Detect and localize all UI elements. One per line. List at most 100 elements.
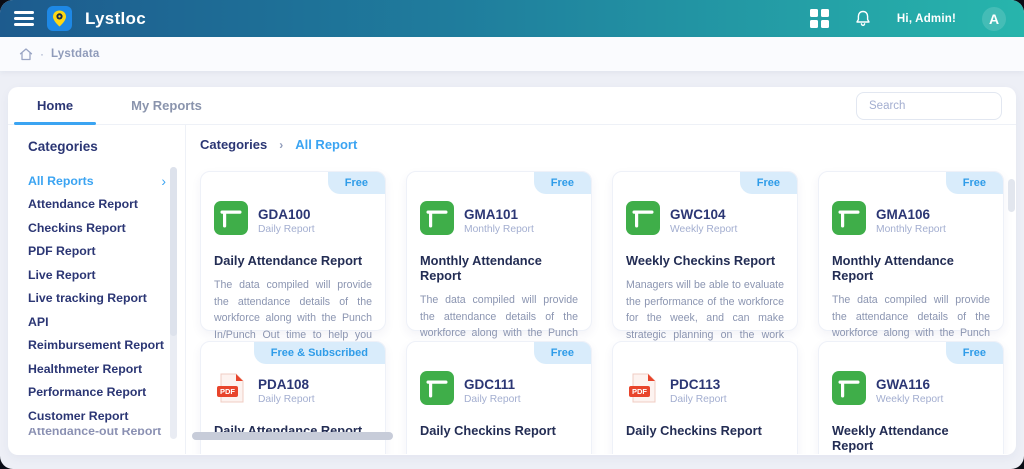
report-card[interactable]: Free [818, 171, 1004, 390]
sidebar-category-item[interactable]: Attendance-out Report › [28, 428, 166, 435]
report-card[interactable]: Free [818, 341, 1004, 454]
card-header: PDF PDC113 Daily Report [626, 371, 784, 410]
tab-item[interactable]: Home [8, 87, 102, 125]
pricing-badge: Free [533, 342, 591, 364]
breadcrumb-separator: · [40, 47, 44, 61]
breadcrumb-page-label[interactable]: Lystdata [51, 48, 99, 60]
sheet-icon [420, 371, 454, 410]
sidebar-scrollbar[interactable] [170, 167, 177, 439]
navbar-left: Lystloc [14, 6, 146, 31]
panel-body: Categories All Reports › Attendance Repo… [8, 125, 1016, 454]
sidebar-category-label: PDF Report [28, 244, 96, 259]
pricing-badge: Free [533, 172, 591, 194]
report-code: GMA101 [464, 206, 519, 222]
sidebar-category-label: Reimbursement Report [28, 338, 164, 353]
report-title: Weekly Checkins Report [626, 253, 776, 268]
report-frequency: Daily Report [258, 393, 315, 405]
home-icon[interactable] [19, 47, 33, 61]
sidebar-category-item[interactable]: Customer Report › [28, 404, 166, 428]
card-code-block: GDC111 Daily Report [464, 377, 521, 405]
report-frequency: Monthly Report [464, 223, 534, 235]
sidebar-category-label: API [28, 314, 49, 329]
svg-text:PDF: PDF [220, 387, 235, 396]
sheet-icon [420, 201, 454, 240]
report-code: GMA106 [876, 206, 931, 222]
breadcrumb-all-report-link[interactable]: All Report [295, 137, 357, 152]
sidebar-category-label: Attendance Report [28, 197, 138, 212]
sidebar-category-item[interactable]: Healthmeter Report › [28, 357, 166, 381]
report-code: GWA116 [876, 376, 931, 392]
card-code-block: GMA101 Monthly Report [464, 207, 534, 235]
user-avatar[interactable]: A [982, 6, 1006, 31]
sidebar-category-item[interactable]: API › [28, 310, 166, 334]
pdf-icon: PDF [214, 371, 248, 410]
report-code: PDC113 [670, 376, 721, 392]
brand-title: Lystloc [85, 8, 146, 28]
report-code: GDA100 [258, 206, 311, 222]
sidebar-category-label: Performance Report [28, 385, 147, 400]
horizontal-scrollbar[interactable] [192, 432, 393, 440]
apps-grid-icon[interactable] [809, 9, 829, 28]
sidebar-category-label: Healthmeter Report [28, 361, 143, 376]
report-frequency: Weekly Report [876, 393, 944, 405]
sidebar-category-label: Customer Report [28, 408, 129, 423]
sidebar-category-item[interactable]: Live Report › [28, 263, 166, 287]
report-card[interactable]: Free [200, 171, 386, 375]
report-card-row-1: Free GDA100 Daily Report Daily Attendanc… [200, 171, 1016, 390]
card-code-block: GWA116 Weekly Report [876, 377, 943, 405]
breadcrumb-categories-link[interactable]: Categories [200, 137, 267, 152]
breadcrumb-chevron-icon: › [279, 137, 284, 152]
card-code-block: GDA100 Daily Report [258, 207, 315, 235]
report-card[interactable]: PDF PDC113 Daily Report Daily Checkins R… [612, 341, 798, 454]
sidebar-category-item[interactable]: Live tracking Report › [28, 287, 166, 311]
card-header: PDF PDA108 Daily Report [214, 371, 372, 410]
hamburger-menu-icon[interactable] [14, 8, 34, 29]
pdf-icon: PDF [626, 371, 660, 410]
sidebar-category-item[interactable]: Reimbursement Report › [28, 334, 166, 358]
card-header: GDC111 Daily Report [420, 371, 578, 410]
sidebar-category-item[interactable]: PDF Report › [28, 240, 166, 264]
card-header: GWC104 Weekly Report [626, 201, 784, 240]
sheet-icon [214, 201, 248, 240]
report-title: Daily Attendance Report [214, 253, 363, 268]
card-header: GMA106 Monthly Report [832, 201, 990, 240]
chevron-right-icon: › [161, 172, 166, 189]
sidebar-category-label: Checkins Report [28, 220, 126, 235]
report-frequency: Daily Report [670, 393, 727, 405]
sidebar-category-label: All Reports [28, 173, 94, 188]
vertical-scrollbar[interactable] [1008, 179, 1015, 212]
tab-item[interactable]: My Reports [102, 87, 231, 124]
sidebar-category-label: Attendance-out Report [28, 427, 162, 435]
report-title: Monthly Attendance Report [832, 253, 954, 283]
report-frequency: Daily Report [464, 393, 521, 405]
report-frequency: Daily Report [258, 223, 315, 235]
card-header: GMA101 Monthly Report [420, 201, 578, 240]
navbar-right: Hi, Admin! A [809, 6, 1006, 31]
sheet-icon [626, 201, 660, 240]
pricing-badge: Free [945, 172, 1003, 194]
sidebar-category-item[interactable]: Performance Report › [28, 381, 166, 405]
sidebar-category-label: Live tracking Report [28, 291, 147, 306]
sidebar-category-item[interactable]: Checkins Report › [28, 216, 166, 240]
search-input[interactable] [856, 91, 1002, 120]
report-card[interactable]: Free [612, 171, 798, 375]
report-frequency: Weekly Report [670, 223, 738, 235]
card-header: GDA100 Daily Report [214, 201, 372, 240]
report-title: Weekly Attendance Report [832, 423, 949, 453]
report-title: Daily Checkins Report [420, 423, 556, 438]
lystloc-logo[interactable] [47, 6, 72, 31]
lystloc-app-window: Lystloc Hi, Admin! A · Lystdata Home My … [0, 0, 1024, 469]
sheet-icon [832, 201, 866, 240]
sidebar-category-item[interactable]: All Reports › [28, 169, 166, 193]
sidebar-category-label: Live Report [28, 267, 96, 282]
breadcrumb-bar: · Lystdata [0, 37, 1024, 71]
sidebar-category-item[interactable]: Attendance Report › [28, 193, 166, 217]
report-card[interactable]: Free [406, 171, 592, 390]
pricing-badge: Free [739, 172, 797, 194]
report-card[interactable]: Free [406, 341, 592, 454]
panel-header: Home My Reports [8, 87, 1016, 125]
tab-bar: Home My Reports [8, 87, 231, 125]
sidebar-title: Categories [28, 139, 98, 154]
report-code: PDA108 [258, 376, 310, 392]
notifications-bell-icon[interactable] [855, 10, 871, 27]
